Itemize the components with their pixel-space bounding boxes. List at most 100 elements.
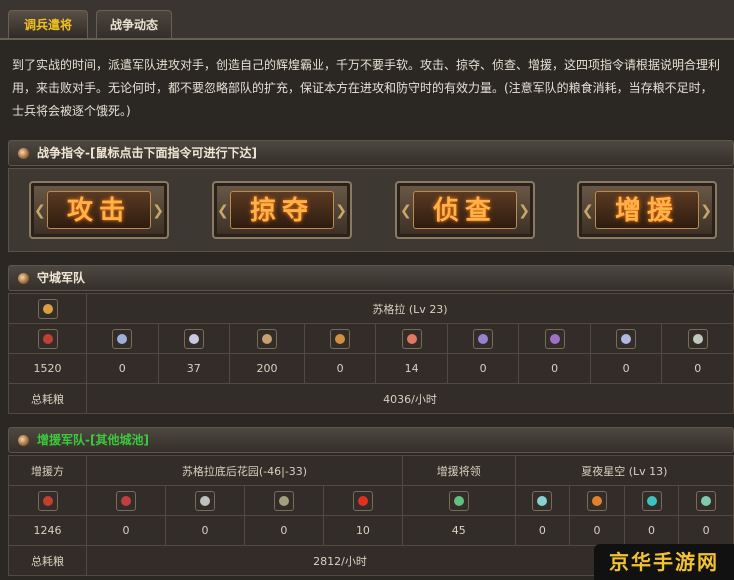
reinforce-button-label: 增援 <box>595 191 699 229</box>
reinforce-from-value: 苏格拉底后花园(-46|-33) <box>86 455 403 486</box>
sword-soldier-icon <box>37 490 58 511</box>
tab-war-news[interactable]: 战争动态 <box>96 10 172 38</box>
table-row <box>8 323 734 354</box>
tab-bar: 调兵遣将 战争动态 <box>0 0 734 40</box>
shield-knight-icon <box>112 328 133 349</box>
unit-count: 0 <box>164 515 245 546</box>
general-cell <box>8 293 87 324</box>
tab-deploy-troops[interactable]: 调兵遣将 <box>8 10 88 38</box>
unit-icon-cell <box>164 485 245 516</box>
unit-count: 1520 <box>8 353 87 384</box>
plunder-button[interactable]: ❮ 掠夺 ❯ <box>212 181 352 239</box>
tab-divider <box>0 38 734 40</box>
table-row: 总耗粮 4036/小时 <box>8 383 734 414</box>
unit-icon-cell <box>446 323 520 354</box>
defense-army-title: 守城军队 <box>37 271 86 285</box>
dagger-icon <box>115 490 136 511</box>
right-arrow-icon: ❯ <box>518 203 530 219</box>
unit-count: 0 <box>589 353 663 384</box>
unit-count: 10 <box>322 515 403 546</box>
intro-description: 到了实战的时间，派遣军队进攻对手，创造自己的辉煌霸业，千万不要手软。攻击、掠夺、… <box>12 58 721 118</box>
unit-count: 0 <box>446 353 520 384</box>
unit-icon-cell <box>86 485 166 516</box>
left-arrow-icon: ❮ <box>217 203 229 219</box>
unit-icon-cell <box>623 485 680 516</box>
cavalry-icon <box>330 328 351 349</box>
scout-button[interactable]: ❮ 侦查 ❯ <box>395 181 535 239</box>
unit-icon-cell <box>401 485 516 516</box>
bullet-icon <box>18 273 29 284</box>
unit-count: 14 <box>375 353 448 384</box>
right-arrow-icon: ❯ <box>152 203 164 219</box>
berserker-icon <box>352 490 373 511</box>
table-row <box>8 485 734 516</box>
reinforce-total-label: 总耗粮 <box>8 545 87 576</box>
mage-icon <box>473 328 494 349</box>
left-arrow-icon: ❮ <box>400 203 412 219</box>
left-arrow-icon: ❮ <box>582 203 594 219</box>
scout-button-label: 侦查 <box>413 191 517 229</box>
unit-icon-cell <box>157 323 230 354</box>
war-beast-icon <box>401 328 422 349</box>
defense-hero-name: 苏格拉 (Lv 23) <box>86 293 734 324</box>
unit-icon-cell <box>8 485 87 516</box>
unit-count: 0 <box>678 515 734 546</box>
unit-icon-cell <box>229 323 305 354</box>
reinforce-army-header: 增援军队-[其他城池] <box>8 427 734 453</box>
reinforce-button[interactable]: ❮ 增援 ❯ <box>577 181 717 239</box>
unit-icon-cell <box>518 323 591 354</box>
defense-army-header: 守城军队 <box>8 265 734 291</box>
unit-icon-cell <box>514 485 571 516</box>
site-watermark: 京华手游网 <box>594 544 734 580</box>
twin-orbs-icon <box>616 328 637 349</box>
orb-icon <box>544 328 565 349</box>
right-arrow-icon: ❯ <box>700 203 712 219</box>
defense-total-label: 总耗粮 <box>8 383 87 414</box>
command-button-panel: ❮ 攻击 ❯ ❮ 掠夺 ❯ ❮ 侦查 ❯ ❮ 增援 ❯ <box>8 168 734 252</box>
defense-army-table: 苏格拉 (Lv 23) 1520 0 37 200 0 14 0 0 0 0 总耗粮 4036/小… <box>8 293 734 414</box>
attack-button-label: 攻击 <box>47 191 151 229</box>
unit-icon-cell <box>678 485 734 516</box>
plunder-button-label: 掠夺 <box>230 191 334 229</box>
unit-icon-cell <box>322 485 403 516</box>
archer-icon <box>194 490 215 511</box>
attack-button[interactable]: ❮ 攻击 ❯ <box>29 181 169 239</box>
table-row: 增援方 苏格拉底后花园(-46|-33) 增援将领 夏夜星空 (Lv 13) <box>8 455 734 486</box>
table-row: 1520 0 37 200 0 14 0 0 0 0 <box>8 353 734 384</box>
cyan-orb-icon <box>641 490 662 511</box>
unit-icon-cell <box>569 485 625 516</box>
war-commands-title: 战争指令-[鼠标点击下面指令可进行下达] <box>37 146 257 160</box>
reinforce-general-label: 增援将领 <box>401 455 516 486</box>
unit-count: 0 <box>514 515 571 546</box>
unit-icon-cell <box>243 485 324 516</box>
unit-icon-cell <box>589 323 663 354</box>
right-arrow-icon: ❯ <box>335 203 347 219</box>
unit-count: 0 <box>303 353 377 384</box>
unit-count: 1246 <box>8 515 87 546</box>
unit-icon-cell <box>86 323 159 354</box>
unit-count: 0 <box>623 515 680 546</box>
table-row: 1246 0 0 0 10 45 0 0 0 0 <box>8 515 734 546</box>
sword-soldier-icon <box>37 328 58 349</box>
reinforce-from-label: 增援方 <box>8 455 87 486</box>
unit-count: 45 <box>401 515 516 546</box>
general-portrait-icon <box>37 298 58 319</box>
unit-count: 200 <box>229 353 305 384</box>
left-arrow-icon: ❮ <box>34 203 46 219</box>
axe-soldier-icon <box>273 490 294 511</box>
catapult-icon <box>687 328 708 349</box>
green-warrior-icon <box>448 490 469 511</box>
bullet-icon <box>18 435 29 446</box>
unit-count: 0 <box>243 515 324 546</box>
unit-icon-cell <box>375 323 448 354</box>
table-row: 苏格拉 (Lv 23) <box>8 293 734 324</box>
unit-count: 0 <box>569 515 625 546</box>
reinforce-general-value: 夏夜星空 (Lv 13) <box>514 455 734 486</box>
unit-count: 0 <box>86 515 166 546</box>
bullet-icon <box>18 148 29 159</box>
unit-icon-cell <box>303 323 377 354</box>
siege-icon <box>696 490 717 511</box>
reinforce-army-title: 增援军队-[其他城池] <box>37 433 149 447</box>
unit-icon-cell <box>8 323 87 354</box>
spearman-icon <box>183 328 204 349</box>
